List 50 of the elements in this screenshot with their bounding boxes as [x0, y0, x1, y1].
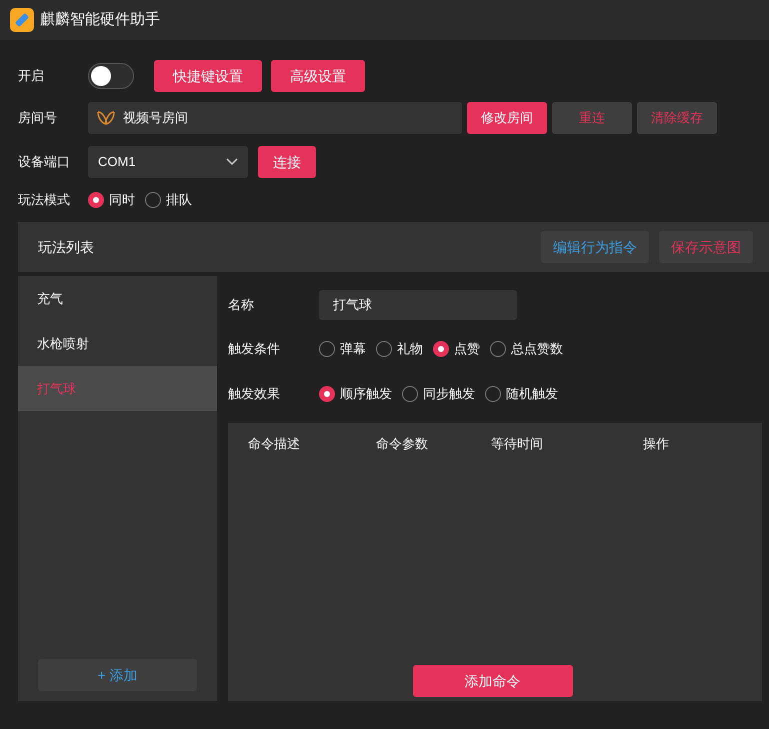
field-label: 开启 [18, 67, 45, 86]
radio-label: 总点赞数 [511, 340, 563, 358]
butterfly-icon [96, 110, 116, 126]
radio-label: 排队 [166, 191, 192, 210]
room-field[interactable]: 视频号房间 [88, 102, 462, 134]
play-list-item[interactable]: 充气 [18, 276, 217, 321]
field-label: 设备端口 [18, 153, 71, 172]
field-label: 名称 [228, 296, 255, 314]
radio-button[interactable] [402, 386, 418, 402]
column-header: 等待时间 [491, 435, 544, 454]
radio-button[interactable] [319, 341, 335, 357]
add-button[interactable]: + 添加 [38, 659, 197, 691]
room-button[interactable]: 修改房间 [467, 102, 547, 134]
radio-label: 同步触发 [423, 385, 475, 404]
field-label: 玩法模式 [18, 191, 71, 210]
radio-button[interactable] [145, 192, 161, 208]
connect-button[interactable]: 连接 [258, 146, 316, 178]
column-header: 命令描述 [248, 435, 301, 454]
radio-label: 同时 [109, 191, 135, 210]
radio-label: 随机触发 [506, 385, 558, 404]
panel-button[interactable]: 保存示意图 [659, 231, 753, 263]
play-list-item[interactable]: 水枪喷射 [18, 321, 217, 366]
radio-button[interactable] [490, 341, 506, 357]
settings-button[interactable]: 高级设置 [271, 60, 365, 92]
column-header: 操作 [643, 435, 670, 454]
radio-label: 点赞 [454, 340, 480, 358]
room-button[interactable]: 清除缓存 [637, 102, 717, 134]
port-dropdown[interactable]: COM1 [88, 146, 248, 178]
name-field[interactable]: 打气球 [319, 290, 517, 320]
window-title: 麒麟智能硬件助手 [40, 10, 160, 30]
add-command-button[interactable]: 添加命令 [412, 665, 572, 697]
field-label: 触发条件 [228, 340, 281, 358]
app-logo-icon [10, 8, 34, 32]
room-button[interactable]: 重连 [552, 102, 632, 134]
radio-label: 顺序触发 [340, 385, 392, 404]
panel-title: 玩法列表 [38, 238, 95, 256]
radio-button[interactable] [485, 386, 501, 402]
radio-button[interactable] [433, 341, 449, 357]
field-label: 房间号 [18, 109, 58, 128]
radio-button[interactable] [319, 386, 335, 402]
toggle-switch[interactable] [88, 63, 134, 89]
settings-button[interactable]: 快捷键设置 [154, 60, 262, 92]
chevron-down-icon [226, 158, 238, 166]
radio-label: 礼物 [397, 340, 423, 358]
field-label: 触发效果 [228, 385, 281, 404]
panel-button[interactable]: 编辑行为指令 [541, 231, 649, 263]
radio-label: 弹幕 [340, 340, 366, 358]
radio-button[interactable] [376, 341, 392, 357]
column-header: 命令参数 [376, 435, 429, 454]
radio-button[interactable] [88, 192, 104, 208]
